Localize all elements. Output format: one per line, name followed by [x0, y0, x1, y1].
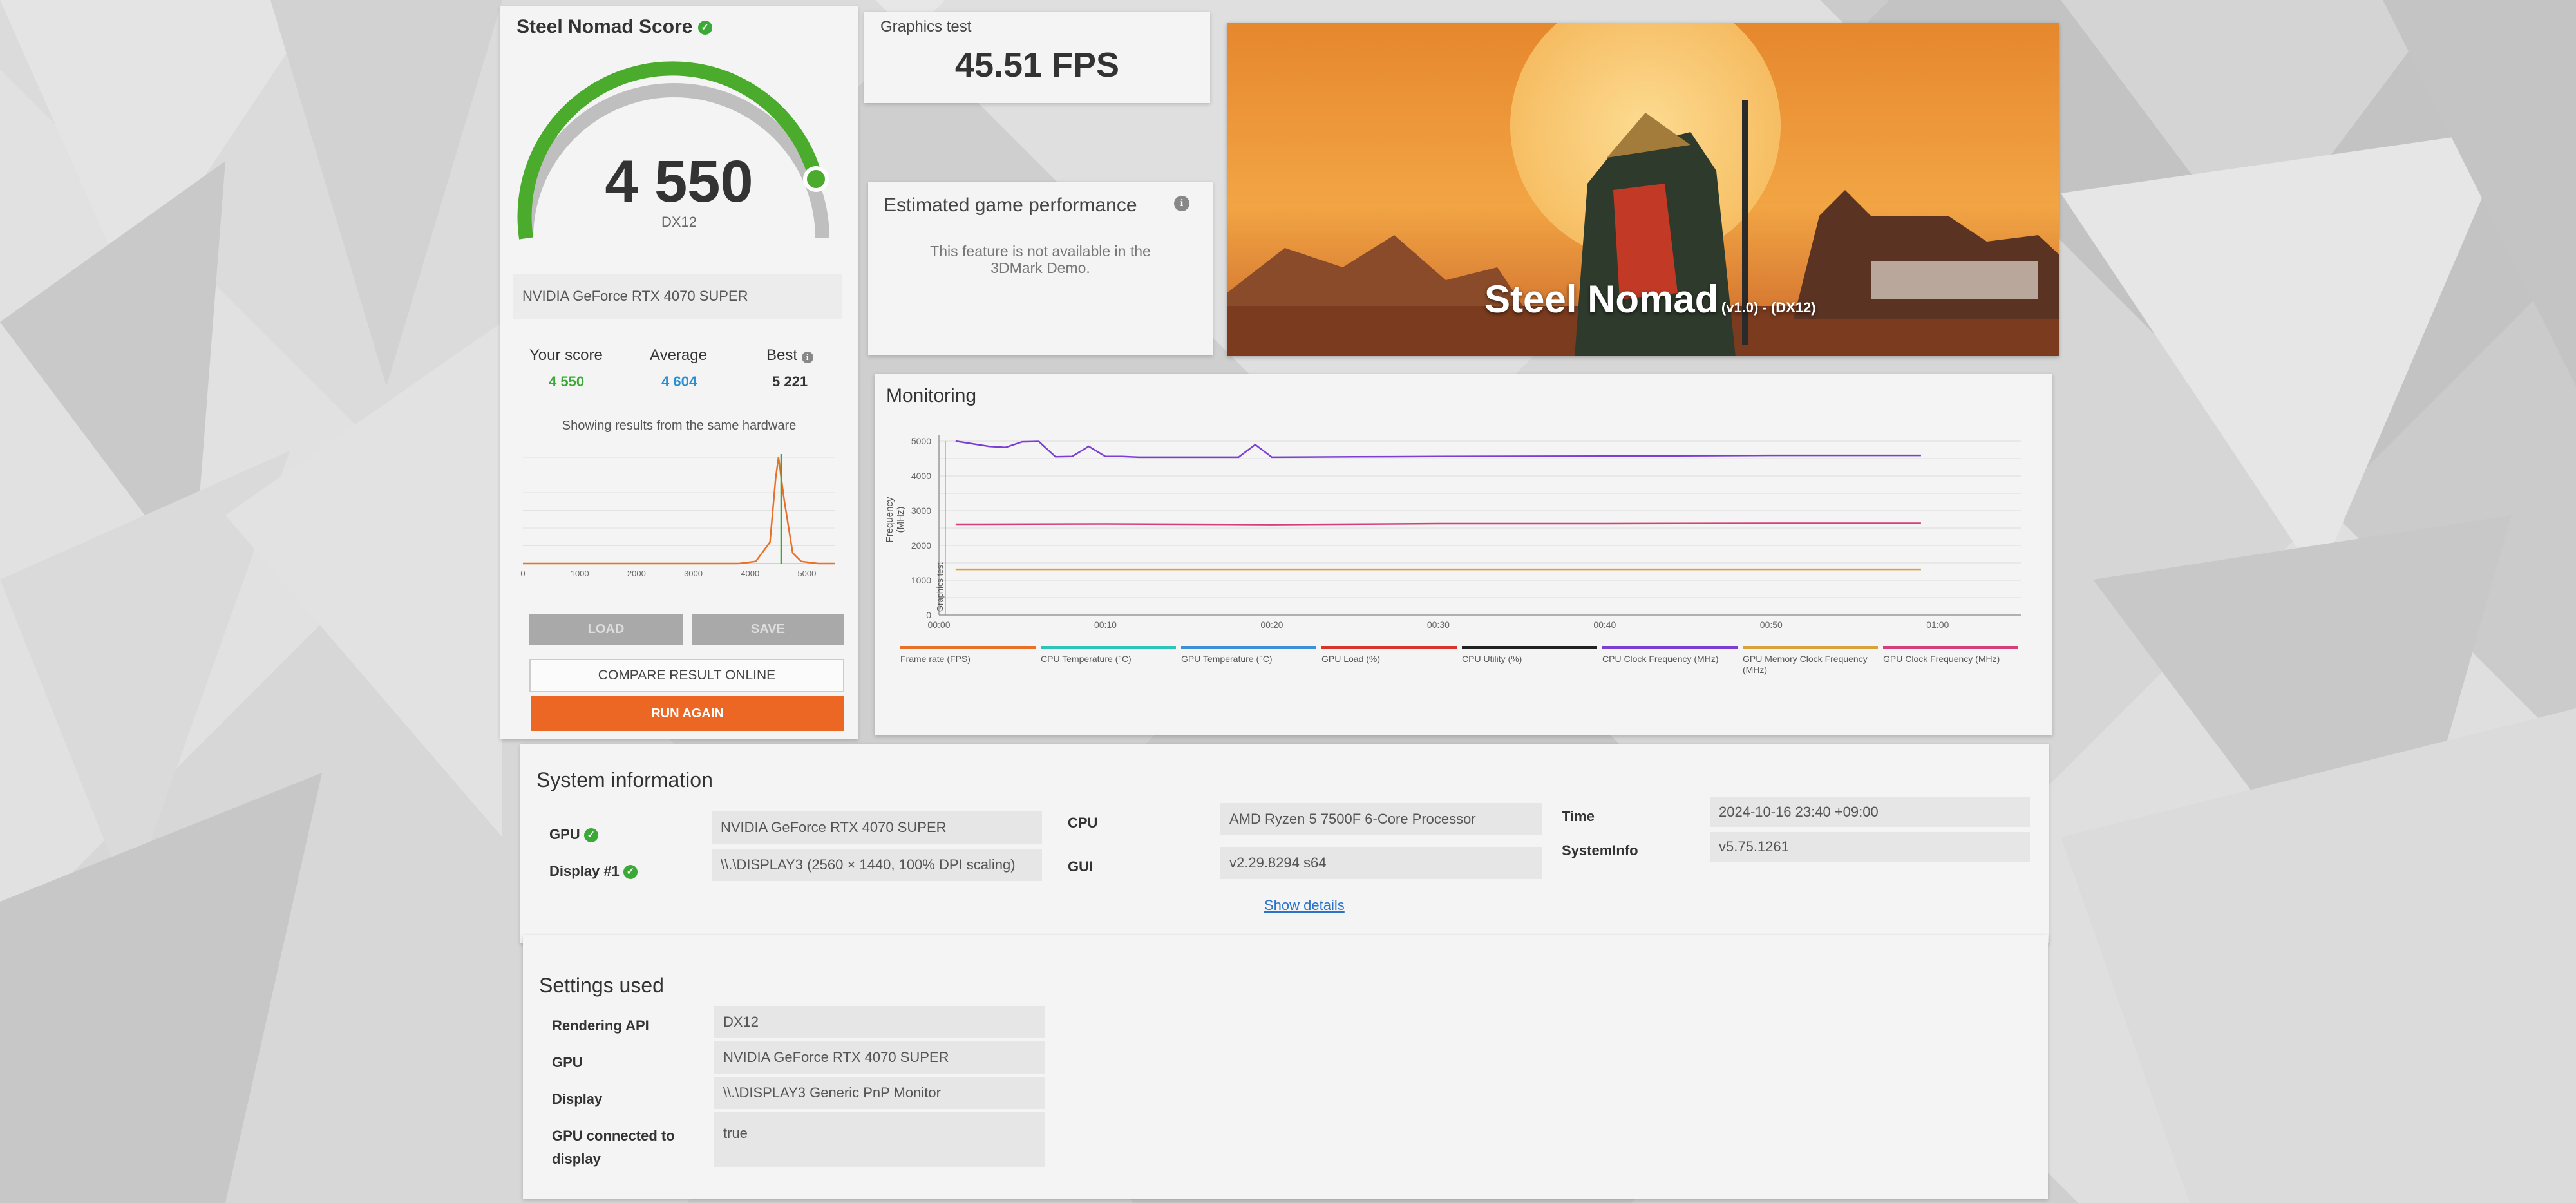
legend-swatch — [1181, 646, 1316, 649]
settings-used-panel: Settings used Rendering API DX12 GPU NVI… — [523, 935, 2048, 1199]
setting-label-display: Display — [552, 1091, 603, 1107]
series-line — [955, 522, 1921, 526]
show-details-link[interactable]: Show details — [1264, 897, 1345, 914]
system-information-title: System information — [536, 768, 713, 791]
x-tick-label: 00:20 — [1260, 620, 1283, 630]
score-gpu-name: NVIDIA GeForce RTX 4070 SUPER — [513, 274, 842, 319]
series-line — [955, 440, 1921, 459]
histogram-tick-label: 2000 — [627, 569, 646, 578]
system-information-panel: System information GPU ✓ NVIDIA GeForce … — [520, 744, 2049, 943]
legend-label[interactable]: CPU Clock Frequency (MHz) — [1602, 654, 1738, 665]
monitoring-chart: Graphics test 0 1000 2000 3000 4000 5000 00:00 0… — [911, 435, 2021, 630]
graphics-test-label: Graphics test — [880, 18, 972, 35]
time-value: 2024-10-16 23:40 +09:00 — [1710, 797, 2030, 827]
legend-label[interactable]: GPU Temperature (°C) — [1181, 654, 1316, 665]
score-value: 4 550 — [605, 149, 753, 214]
info-icon[interactable]: i — [801, 352, 813, 363]
settings-used-title: Settings used — [539, 974, 664, 997]
histogram-tick-label: 1000 — [571, 569, 589, 578]
legend-swatch — [1602, 646, 1738, 649]
score-api: DX12 — [661, 214, 697, 230]
your-score-label: Your score — [529, 346, 603, 364]
graphics-test-marker-label: Graphics test — [935, 562, 945, 612]
compare-result-online-button[interactable]: COMPARE RESULT ONLINE — [529, 659, 844, 692]
setting-value-rendering-api: DX12 — [714, 1006, 1045, 1038]
legend-swatch — [1041, 646, 1176, 649]
score-panel-title: Steel Nomad Score ✓ — [516, 16, 712, 38]
graphics-test-panel: Graphics test 45.51 FPS — [864, 12, 1210, 103]
same-hardware-note: Showing results from the same hardware — [562, 419, 797, 433]
legend-swatch — [1462, 646, 1597, 649]
gui-value: v2.29.8294 s64 — [1220, 847, 1542, 879]
estimated-message: This feature is not available in the 3DM… — [930, 243, 1151, 276]
legend-label[interactable]: Frame rate (FPS) — [900, 654, 1036, 665]
systeminfo-label: SystemInfo — [1562, 842, 1638, 858]
time-label: Time — [1562, 808, 1595, 824]
banner-title: Steel Nomad (v1.0) - (DX12) — [1484, 277, 1816, 321]
display-value: \\.\DISPLAY3 (2560 × 1440, 100% DPI scal… — [712, 849, 1042, 881]
gpu-label: GPU ✓ — [549, 826, 598, 843]
legend-label[interactable]: GPU Memory Clock Frequency (MHz) — [1743, 654, 1878, 676]
average-label: Average — [650, 346, 707, 364]
setting-label-rendering-api: Rendering API — [552, 1018, 649, 1034]
load-button[interactable]: LOAD — [529, 614, 683, 645]
steel-nomad-banner: Steel Nomad (v1.0) - (DX12) — [1227, 23, 2059, 356]
setting-value-gpu: NVIDIA GeForce RTX 4070 SUPER — [714, 1041, 1045, 1074]
gui-label: GUI — [1068, 858, 1094, 875]
y-tick-label: 1000 — [911, 575, 931, 585]
histogram-tick-label: 5000 — [797, 569, 816, 578]
graphics-test-fps: 45.51 FPS — [954, 46, 1120, 84]
systeminfo-value: v5.75.1261 — [1710, 832, 2030, 862]
y-tick-label: 0 — [926, 610, 931, 620]
x-tick-label: 00:30 — [1427, 620, 1450, 630]
legend-swatch — [1883, 646, 2018, 649]
setting-label-gpu: GPU — [552, 1054, 583, 1070]
setting-value-gpu-connected: true — [714, 1112, 1045, 1167]
y-tick-label: 4000 — [911, 471, 931, 481]
monitoring-panel: Monitoring Frequency (MHz) Graphics test… — [875, 374, 2052, 735]
y-tick-label: 3000 — [911, 506, 931, 516]
legend-label[interactable]: GPU Clock Frequency (MHz) — [1883, 654, 2018, 665]
run-again-button[interactable]: RUN AGAIN — [531, 696, 844, 731]
info-icon[interactable]: i — [1174, 196, 1189, 211]
legend-swatch — [900, 646, 1036, 649]
setting-value-display: \\.\DISPLAY3 Generic PnP Monitor — [714, 1077, 1045, 1109]
x-tick-label: 00:40 — [1593, 620, 1616, 630]
display-label: Display #1 ✓ — [549, 863, 638, 880]
x-tick-label: 00:50 — [1760, 620, 1783, 630]
average-value: 4 604 — [661, 374, 697, 390]
save-button[interactable]: SAVE — [692, 614, 844, 645]
verified-check-icon: ✓ — [697, 21, 712, 35]
x-tick-label: 01:00 — [1926, 620, 1949, 630]
gpu-verified-check-icon: ✓ — [583, 828, 598, 843]
x-tick-label: 00:00 — [927, 620, 950, 630]
x-tick-label: 00:10 — [1094, 620, 1117, 630]
gpu-value: NVIDIA GeForce RTX 4070 SUPER — [712, 811, 1042, 844]
y-tick-label: 2000 — [911, 540, 931, 551]
score-panel: Steel Nomad Score ✓ 4 550 DX12 NVIDIA Ge… — [500, 6, 858, 739]
score-histogram: 0 1000 2000 3000 4000 5000 — [520, 454, 835, 578]
legend-label[interactable]: GPU Load (%) — [1321, 654, 1457, 665]
y-tick-label: 5000 — [911, 436, 931, 446]
estimated-title: Estimated game performance — [884, 194, 1137, 216]
legend-label[interactable]: CPU Temperature (°C) — [1041, 654, 1176, 665]
cpu-value: AMD Ryzen 5 7500F 6-Core Processor — [1220, 803, 1542, 835]
banner-title-text: Steel Nomad — [1484, 278, 1719, 321]
best-value: 5 221 — [772, 374, 808, 390]
display-verified-check-icon: ✓ — [623, 865, 638, 880]
cpu-label: CPU — [1068, 815, 1098, 831]
your-score-value: 4 550 — [549, 374, 585, 390]
setting-label-gpu-connected: GPU connected to display — [552, 1128, 675, 1167]
histogram-tick-label: 0 — [520, 569, 525, 578]
histogram-tick-label: 3000 — [684, 569, 703, 578]
banner-subtitle: (v1.0) - (DX12) — [1721, 299, 1816, 316]
estimated-game-performance-panel: Estimated game performance i This featur… — [868, 182, 1213, 355]
legend-label[interactable]: CPU Utility (%) — [1462, 654, 1597, 665]
legend-swatch — [1321, 646, 1457, 649]
legend-swatch — [1743, 646, 1878, 649]
histogram-tick-label: 4000 — [741, 569, 759, 578]
best-label: Best i — [766, 346, 813, 365]
